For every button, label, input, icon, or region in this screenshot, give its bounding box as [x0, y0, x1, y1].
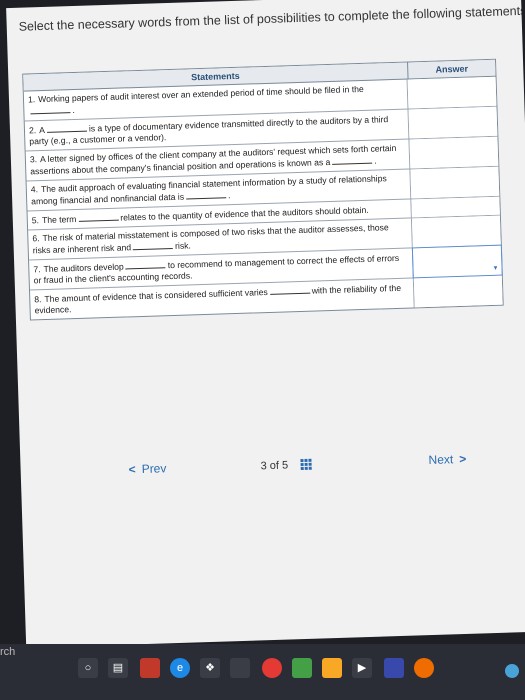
statement-blank [332, 154, 373, 165]
instruction-text: Select the necessary words from the list… [18, 3, 525, 34]
statement-number: 4. [30, 184, 39, 195]
answer-dropdown[interactable] [411, 215, 501, 248]
statement-blank [30, 104, 71, 115]
statement-blank [132, 239, 174, 251]
answer-dropdown[interactable] [407, 76, 497, 109]
media-icon[interactable]: ▶ [352, 658, 372, 678]
statement-text-after: . [374, 155, 377, 166]
taskbar: rch ○ ▤ e ❖ ▶ [0, 644, 525, 700]
statement-number: 1. [27, 94, 36, 105]
answer-dropdown[interactable] [409, 136, 499, 169]
statement-number: 5. [31, 215, 40, 226]
statement-number: 2. [28, 125, 37, 136]
taskbar-search-text[interactable]: rch [0, 646, 15, 658]
app-green-icon[interactable] [292, 658, 312, 678]
page-current: 3 [260, 460, 267, 473]
chevron-down-icon: ▼ [492, 265, 499, 272]
next-button[interactable]: Next > [428, 452, 466, 467]
dropbox-icon[interactable]: ❖ [200, 658, 220, 678]
statement-text-after: . [72, 104, 75, 116]
statement-blank [269, 284, 310, 295]
statement-number: 6. [32, 233, 40, 244]
app-yellow-icon[interactable] [322, 658, 342, 678]
notification-icon[interactable] [505, 664, 519, 678]
page-of: of [269, 459, 280, 473]
statement-blank [46, 122, 87, 133]
statement-text-before: The amount of evidence that is considere… [44, 287, 268, 305]
statement-text-after: relates to the quantity of evidence that… [120, 204, 369, 223]
statement-blank [185, 189, 227, 200]
answer-dropdown[interactable] [410, 166, 500, 199]
prev-label: Prev [141, 461, 167, 477]
chevron-right-icon: > [458, 451, 467, 467]
browser-screen: Select the necessary words from the list… [6, 0, 525, 648]
statement-text-before: A [38, 124, 46, 136]
prev-button[interactable]: < Prev [128, 461, 166, 476]
statement-text-before: The term [41, 213, 77, 226]
microphone-icon[interactable]: ○ [78, 658, 98, 678]
folder-icon[interactable] [230, 658, 250, 678]
statement-blank [78, 211, 119, 222]
grid-icon[interactable] [300, 458, 312, 471]
answer-dropdown[interactable] [408, 106, 498, 139]
page-indicator: 3 of 5 [260, 459, 288, 472]
answer-dropdown[interactable] [413, 275, 503, 308]
task-view-icon[interactable]: ▤ [108, 658, 128, 678]
app-icon[interactable] [140, 658, 160, 678]
header-answer: Answer [435, 63, 469, 75]
statement-number: 7. [33, 264, 41, 275]
app-blue-icon[interactable] [384, 658, 404, 678]
answer-dropdown[interactable] [411, 196, 500, 218]
statement-text-after: . [227, 190, 231, 201]
edge-browser-icon[interactable]: e [170, 658, 190, 678]
statement-number: 3. [29, 154, 38, 165]
next-label: Next [428, 452, 454, 468]
pagination: < Prev 3 of 5 Next > [21, 450, 525, 490]
page-total: 5 [281, 459, 289, 472]
statement-blank [125, 259, 166, 270]
statement-number: 8. [34, 294, 42, 305]
statements-table: Statements Answer 1. Working papers of au… [22, 58, 504, 321]
statement-text-after: risk. [174, 240, 192, 251]
answer-dropdown[interactable]: ▼ [411, 244, 503, 279]
chevron-left-icon: < [128, 462, 136, 477]
firefox-icon[interactable] [414, 658, 434, 678]
chrome-icon[interactable] [262, 658, 282, 678]
